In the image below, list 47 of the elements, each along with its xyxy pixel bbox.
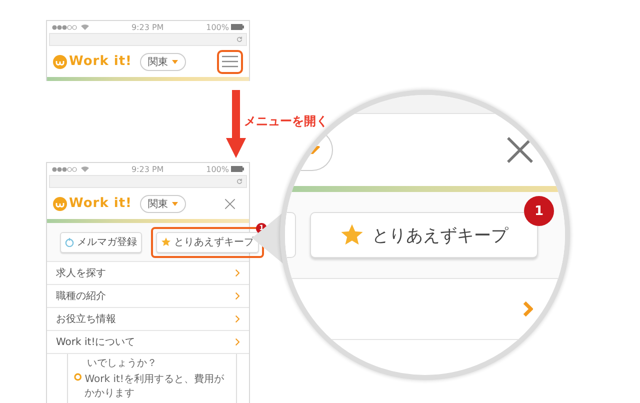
question-icon xyxy=(74,372,82,382)
region-dropdown[interactable]: 関東 xyxy=(140,52,186,70)
faq-text[interactable]: Work it!を利用すると、費用がかかります xyxy=(84,372,230,400)
step-label: メニューを開く xyxy=(244,113,328,130)
status-time: 9:23 PM xyxy=(131,164,164,174)
wifi-icon xyxy=(81,166,89,172)
logo-icon xyxy=(53,196,67,210)
down-arrow xyxy=(226,90,246,158)
battery-icon xyxy=(230,24,244,30)
newsletter-button[interactable]: メルマガ登録 xyxy=(60,232,142,252)
signal-icon xyxy=(52,166,78,172)
caret-icon xyxy=(310,146,320,154)
chevron-icon xyxy=(235,269,240,277)
menu-item[interactable]: 求人を探す xyxy=(47,262,249,285)
star-icon xyxy=(161,237,171,247)
count-badge: 1 xyxy=(524,196,554,226)
status-time: 9:23 PM xyxy=(131,22,164,32)
logo-text: Work it! xyxy=(69,196,132,211)
chevron-icon xyxy=(235,338,240,346)
chevron-icon xyxy=(235,292,240,300)
menu-button[interactable] xyxy=(217,50,243,74)
menu-item[interactable]: Work it!について xyxy=(47,331,249,354)
signal-icon xyxy=(52,24,78,30)
close-icon xyxy=(505,135,535,165)
close-icon xyxy=(224,198,236,210)
newsletter-button[interactable] xyxy=(285,212,296,258)
wifi-icon xyxy=(81,24,89,30)
logo-text: Work it! xyxy=(69,54,132,69)
mail-icon xyxy=(65,238,74,246)
menu-item[interactable]: お役立ち情報 xyxy=(47,308,249,331)
region-dropdown[interactable]: 関東 xyxy=(140,194,186,212)
caret-icon xyxy=(172,202,178,206)
chevron-icon xyxy=(523,301,533,317)
logo-icon xyxy=(53,54,67,68)
battery-icon xyxy=(230,166,244,172)
star-icon xyxy=(340,223,364,247)
faq-text[interactable]: いでしょうか？ xyxy=(87,358,157,369)
battery-percent: 100% xyxy=(206,22,229,32)
reload-icon xyxy=(236,36,243,43)
address-bar[interactable] xyxy=(49,175,247,188)
reload-icon xyxy=(236,178,243,185)
menu-item[interactable]: 職種の紹介 xyxy=(47,285,249,308)
menu-icon xyxy=(222,55,238,68)
battery-percent: 100% xyxy=(206,164,229,174)
chevron-icon xyxy=(235,315,240,323)
caret-icon xyxy=(172,60,178,64)
keep-button[interactable]: とりあえずキープ xyxy=(156,232,259,252)
